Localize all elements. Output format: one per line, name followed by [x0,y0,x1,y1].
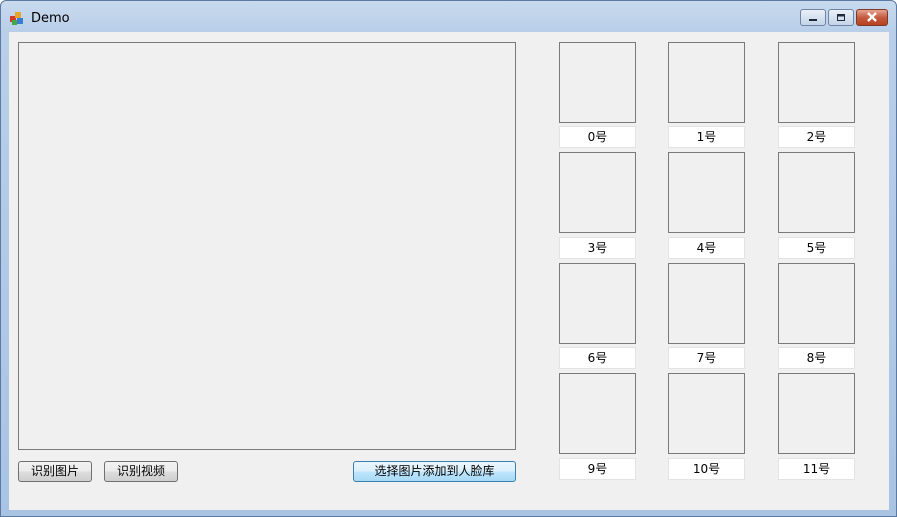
face-slot-1-image [668,42,745,123]
face-slot-5-image [778,152,855,233]
client-area: 识别图片 识别视频 选择图片添加到人脸库 0号 1号 2号 3号 4号 5号 6… [9,32,889,510]
face-slot-11-image [778,373,855,454]
maximize-icon [837,14,845,21]
face-slot-6-label: 6号 [559,347,636,369]
face-slot-5-label: 5号 [778,237,855,259]
face-slot-10-label: 10号 [668,458,745,480]
face-slot-9-image [559,373,636,454]
face-slot-4-image [668,152,745,233]
preview-picture-box [18,42,516,450]
close-icon [867,12,877,22]
face-slot-11-label: 11号 [778,458,855,480]
app-window: Demo 识别图片 识别视频 选择图片添加到人脸库 0号 1号 2号 3号 4号… [0,0,897,517]
minimize-icon [809,19,817,21]
minimize-button[interactable] [800,9,826,26]
close-button[interactable] [856,9,888,26]
face-slot-3-label: 3号 [559,237,636,259]
recognize-video-button[interactable]: 识别视频 [104,461,178,482]
app-icon [10,12,23,25]
add-to-face-library-button[interactable]: 选择图片添加到人脸库 [353,461,516,482]
face-slot-4-label: 4号 [668,237,745,259]
recognize-image-button[interactable]: 识别图片 [18,461,92,482]
face-slot-0-image [559,42,636,123]
face-slot-7-label: 7号 [668,347,745,369]
face-slot-8-label: 8号 [778,347,855,369]
face-slot-1-label: 1号 [668,126,745,148]
face-slot-6-image [559,263,636,344]
window-title: Demo [31,11,70,26]
maximize-button[interactable] [828,9,854,26]
face-slot-7-image [668,263,745,344]
face-slot-0-label: 0号 [559,126,636,148]
face-slot-3-image [559,152,636,233]
face-slot-2-image [778,42,855,123]
face-slot-9-label: 9号 [559,458,636,480]
face-slot-2-label: 2号 [778,126,855,148]
title-bar[interactable]: Demo [1,1,896,35]
face-slot-8-image [778,263,855,344]
face-slot-10-image [668,373,745,454]
